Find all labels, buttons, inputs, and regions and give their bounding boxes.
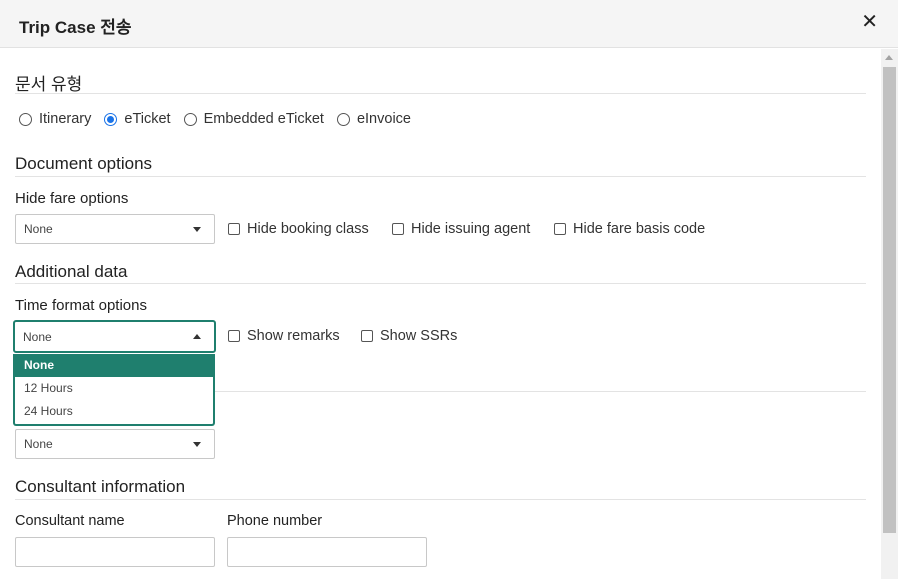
checkbox-hide-booking-class[interactable]: Hide booking class	[228, 221, 369, 237]
checkbox-label: Show remarks	[247, 328, 340, 344]
secondary-select[interactable]: None	[15, 429, 215, 459]
radio-label: Itinerary	[39, 111, 92, 127]
hide-fare-options-select[interactable]: None	[15, 214, 215, 244]
checkbox[interactable]	[392, 223, 404, 235]
time-format-options-select[interactable]: None	[13, 320, 216, 353]
checkbox-label: Show SSRs	[380, 328, 458, 344]
checkbox-label: Hide issuing agent	[411, 221, 531, 237]
consultant-name-label: Consultant name	[15, 513, 125, 529]
dropdown-option-24-hours[interactable]: 24 Hours	[15, 400, 213, 423]
checkbox-show-ssrs[interactable]: Show SSRs	[361, 328, 457, 344]
time-format-dropdown-list: None 12 Hours 24 Hours	[13, 354, 215, 426]
section-title-consultant-information: Consultant information	[15, 477, 186, 496]
checkbox[interactable]	[361, 330, 373, 342]
radio-itinerary[interactable]: Itinerary	[19, 111, 91, 127]
divider	[15, 176, 866, 177]
radio-button-selected[interactable]	[104, 112, 118, 126]
dropdown-option-none[interactable]: None	[15, 354, 213, 377]
radio-button[interactable]	[183, 112, 197, 126]
section-title-additional-data: Additional data	[15, 262, 128, 281]
section-title-document-type: 문서 유형	[15, 75, 83, 94]
consultant-name-input[interactable]	[15, 537, 215, 567]
dialog-header: Trip Case 전송 ✕	[0, 0, 898, 48]
checkbox-show-remarks[interactable]: Show remarks	[228, 328, 340, 344]
document-type-radio-group: Itinerary eTicket Embedded eTicket eInvo…	[19, 111, 424, 127]
radio-label: eTicket	[124, 111, 171, 127]
checkbox-hide-issuing-agent[interactable]: Hide issuing agent	[392, 221, 530, 237]
radio-eticket[interactable]: eTicket	[104, 111, 171, 127]
checkbox[interactable]	[228, 223, 240, 235]
vertical-scrollbar[interactable]	[881, 49, 898, 579]
section-title-document-options: Document options	[15, 154, 153, 173]
divider	[15, 93, 866, 94]
select-value: None	[24, 222, 53, 236]
hide-fare-options-label: Hide fare options	[15, 190, 129, 207]
checkbox-label: Hide booking class	[247, 221, 369, 237]
scrollbar-thumb[interactable]	[883, 67, 896, 533]
checkbox[interactable]	[554, 223, 566, 235]
checkbox-label: Hide fare basis code	[573, 221, 706, 237]
radio-label: eInvoice	[356, 111, 411, 127]
chevron-up-icon	[193, 334, 201, 339]
radio-button[interactable]	[19, 112, 32, 126]
chevron-down-icon	[193, 227, 201, 232]
divider	[15, 283, 866, 284]
chevron-down-icon	[193, 442, 201, 447]
phone-number-input[interactable]	[227, 537, 427, 567]
scroll-up-arrow-icon[interactable]	[885, 55, 893, 60]
radio-embedded-eticket[interactable]: Embedded eTicket	[183, 111, 324, 127]
select-value: None	[24, 437, 53, 451]
checkbox-hide-fare-basis-code[interactable]: Hide fare basis code	[554, 221, 705, 237]
radio-button[interactable]	[336, 112, 350, 126]
phone-number-label: Phone number	[227, 513, 323, 529]
divider	[15, 499, 866, 500]
dropdown-option-12-hours[interactable]: 12 Hours	[15, 377, 213, 400]
radio-label: Embedded eTicket	[203, 111, 324, 127]
close-icon[interactable]: ✕	[861, 11, 878, 33]
dialog-title: Trip Case 전송	[19, 18, 132, 37]
checkbox[interactable]	[228, 330, 240, 342]
select-value: None	[23, 329, 52, 344]
radio-einvoice[interactable]: eInvoice	[336, 111, 411, 127]
time-format-options-label: Time format options	[15, 297, 147, 314]
